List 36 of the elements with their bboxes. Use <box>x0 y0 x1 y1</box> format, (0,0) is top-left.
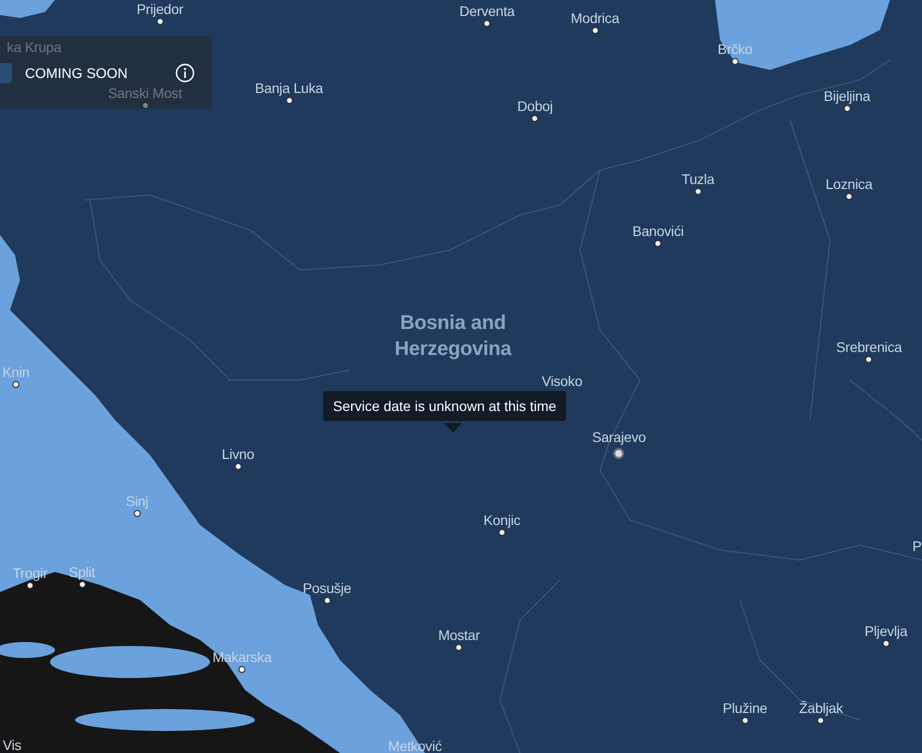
city-marker <box>156 18 164 25</box>
city-label: Loznica <box>826 176 872 192</box>
city-label: Konjic <box>484 512 520 528</box>
legend-label: COMING SOON <box>25 64 129 80</box>
city-label: Žabljak <box>799 700 843 716</box>
city-label: Plužine <box>722 700 768 716</box>
city-label: Trogir <box>12 565 48 581</box>
city-label: Sarajevo <box>592 429 646 445</box>
city-marker <box>818 717 824 724</box>
city-label: Banovići <box>632 223 684 239</box>
place-label: Vis <box>2 737 22 753</box>
info-icon[interactable] <box>175 62 195 82</box>
city-marker <box>694 188 702 195</box>
place-label: Visoko <box>542 373 582 389</box>
city-label: Split <box>68 564 96 580</box>
city-label: Pljevlja <box>864 623 908 639</box>
city-label: Derventa <box>459 3 515 19</box>
legend-swatch <box>0 62 12 82</box>
city-label: Srebrenica <box>836 339 902 355</box>
tooltip-pointer-icon <box>444 423 462 433</box>
city-label: Tuzla <box>682 171 714 187</box>
city-label: Sinj <box>126 493 148 509</box>
city-label: Posušje <box>302 580 352 596</box>
city-label: Mostar <box>438 627 480 643</box>
city-label: Prijedor <box>136 1 184 17</box>
city-label: Banja Luka <box>254 80 324 96</box>
city-label: Doboj <box>517 98 553 114</box>
city-label: Bijeljina <box>824 88 870 104</box>
city-label: Knin <box>2 364 30 380</box>
place-label: ka Krupa <box>6 39 62 55</box>
tooltip: Service date is unknown at this time <box>323 391 566 421</box>
place-label: P <box>912 538 922 554</box>
city-label: Modrica <box>570 10 620 26</box>
city-label: Sanski Most <box>108 85 182 101</box>
country-label: Bosnia and Herzegovina <box>394 311 513 362</box>
city-label: Livno <box>222 446 254 462</box>
